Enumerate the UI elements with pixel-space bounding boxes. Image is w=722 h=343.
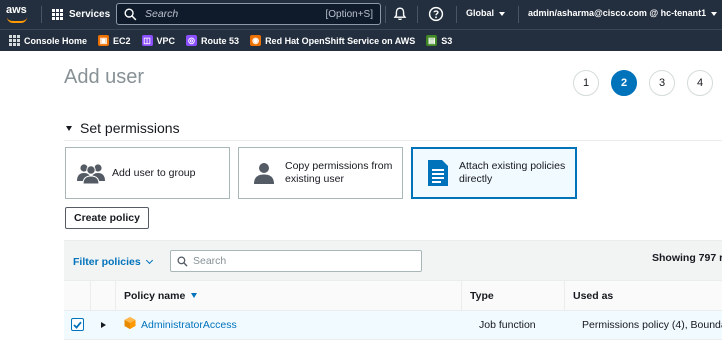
vpc-icon: ◫ <box>141 35 153 46</box>
favorite-ec2[interactable]: ▣ EC2 <box>98 35 131 46</box>
wizard-step-2[interactable]: 2 <box>611 70 637 96</box>
wizard-step-3[interactable]: 3 <box>649 70 675 96</box>
table-row[interactable]: AdministratorAccess Job function Permiss… <box>64 311 722 340</box>
section-title: Set permissions <box>80 120 180 136</box>
account-menu[interactable]: admin/asharma@cisco.com @ hc-tenant1 <box>528 8 718 18</box>
option-copy-permissions[interactable]: Copy permissions from existing user <box>238 147 403 199</box>
console-home-icon <box>8 35 20 46</box>
search-icon <box>124 8 137 20</box>
set-permissions-toggle[interactable]: Set permissions <box>66 120 180 136</box>
top-navigation-bar: aws Services Search [Option+S] Global ad… <box>0 0 722 29</box>
services-label: Services <box>69 9 111 20</box>
services-grid-icon <box>52 9 63 20</box>
wizard-step-1[interactable]: 1 <box>573 70 599 96</box>
search-shortcut-hint: [Option+S] <box>325 8 373 20</box>
aws-smile-icon <box>7 17 27 23</box>
favorite-label: S3 <box>441 35 453 46</box>
favorite-console-home[interactable]: Console Home <box>8 35 87 46</box>
nav-divider <box>385 6 386 23</box>
policy-search-input[interactable]: Search <box>170 250 422 272</box>
favorite-label: Console Home <box>24 35 88 46</box>
nav-divider <box>41 6 42 23</box>
section-divider <box>64 140 722 141</box>
sort-descending-icon <box>191 293 198 298</box>
nav-divider <box>456 6 457 23</box>
policy-filter-bar: Filter policies Search Showing 797 r <box>64 240 722 280</box>
search-placeholder: Search <box>145 8 179 20</box>
user-icon <box>249 160 279 186</box>
search-icon <box>177 255 188 267</box>
help-icon[interactable] <box>428 6 444 22</box>
policy-search-placeholder: Search <box>193 255 227 267</box>
option-label: Copy permissions from existing user <box>285 160 393 185</box>
results-count: Showing 797 r <box>652 252 722 264</box>
s3-icon: ▤ <box>426 35 438 46</box>
favorite-label: EC2 <box>113 35 131 46</box>
column-label: Used as <box>573 289 614 302</box>
expand-column-header <box>90 281 115 310</box>
aws-logo-text: aws <box>6 4 27 16</box>
policy-table-header: Policy name Type Used as <box>64 280 722 311</box>
row-checkbox[interactable] <box>71 318 84 331</box>
aws-logo[interactable]: aws <box>6 3 32 25</box>
option-label: Add user to group <box>112 166 196 179</box>
filter-dropdown-label: Filter policies <box>73 256 141 268</box>
route53-icon: ◎ <box>186 35 198 46</box>
global-search-input[interactable]: Search [Option+S] <box>116 3 381 25</box>
region-selector[interactable]: Global <box>466 8 506 18</box>
caret-down-icon <box>499 11 506 16</box>
bell-icon[interactable] <box>392 6 408 22</box>
group-icon <box>76 160 106 186</box>
caret-down-icon <box>66 125 72 131</box>
nav-divider <box>518 6 519 23</box>
favorite-vpc[interactable]: ◫ VPC <box>141 35 176 46</box>
policy-icon <box>124 317 136 329</box>
select-column-header <box>64 281 90 310</box>
create-policy-button[interactable]: Create policy <box>65 207 149 229</box>
favorite-s3[interactable]: ▤ S3 <box>426 35 452 46</box>
option-label: Attach existing policies directly <box>459 160 566 185</box>
chevron-down-icon <box>145 256 153 265</box>
option-add-user-to-group[interactable]: Add user to group <box>65 147 230 199</box>
favorite-label: Red Hat OpenShift Service on AWS <box>265 35 416 46</box>
column-header-used-as[interactable]: Used as <box>564 281 722 310</box>
policy-name-link[interactable]: AdministratorAccess <box>141 319 237 331</box>
ec2-icon: ▣ <box>98 35 110 46</box>
document-icon <box>423 160 453 186</box>
policy-used-as: Permissions policy (4), Bounda <box>582 319 722 331</box>
region-label: Global <box>466 8 495 18</box>
expand-row-icon[interactable] <box>101 322 106 328</box>
column-header-policy-name[interactable]: Policy name <box>115 281 461 310</box>
option-attach-existing-policies[interactable]: Attach existing policies directly <box>411 147 577 199</box>
wizard-step-4[interactable]: 4 <box>687 70 713 96</box>
policy-type: Job function <box>479 319 536 331</box>
favorites-bar: Console Home ▣ EC2 ◫ VPC ◎ Route 53 ◉ Re… <box>0 29 722 51</box>
filter-policies-dropdown[interactable]: Filter policies <box>73 256 153 268</box>
openshift-icon: ◉ <box>250 35 262 46</box>
favorite-label: VPC <box>156 35 176 46</box>
column-label: Policy name <box>124 289 186 302</box>
column-label: Type <box>470 289 494 302</box>
account-label: admin/asharma@cisco.com @ hc-tenant1 <box>528 8 707 18</box>
nav-divider <box>417 6 418 23</box>
checkmark-icon <box>73 321 82 329</box>
services-menu-button[interactable]: Services <box>52 6 110 23</box>
page-title: Add user <box>64 66 145 88</box>
caret-down-icon <box>711 11 718 16</box>
column-header-type[interactable]: Type <box>461 281 564 310</box>
favorite-route53[interactable]: ◎ Route 53 <box>186 35 239 46</box>
favorite-openshift[interactable]: ◉ Red Hat OpenShift Service on AWS <box>250 35 415 46</box>
favorite-label: Route 53 <box>201 35 240 46</box>
